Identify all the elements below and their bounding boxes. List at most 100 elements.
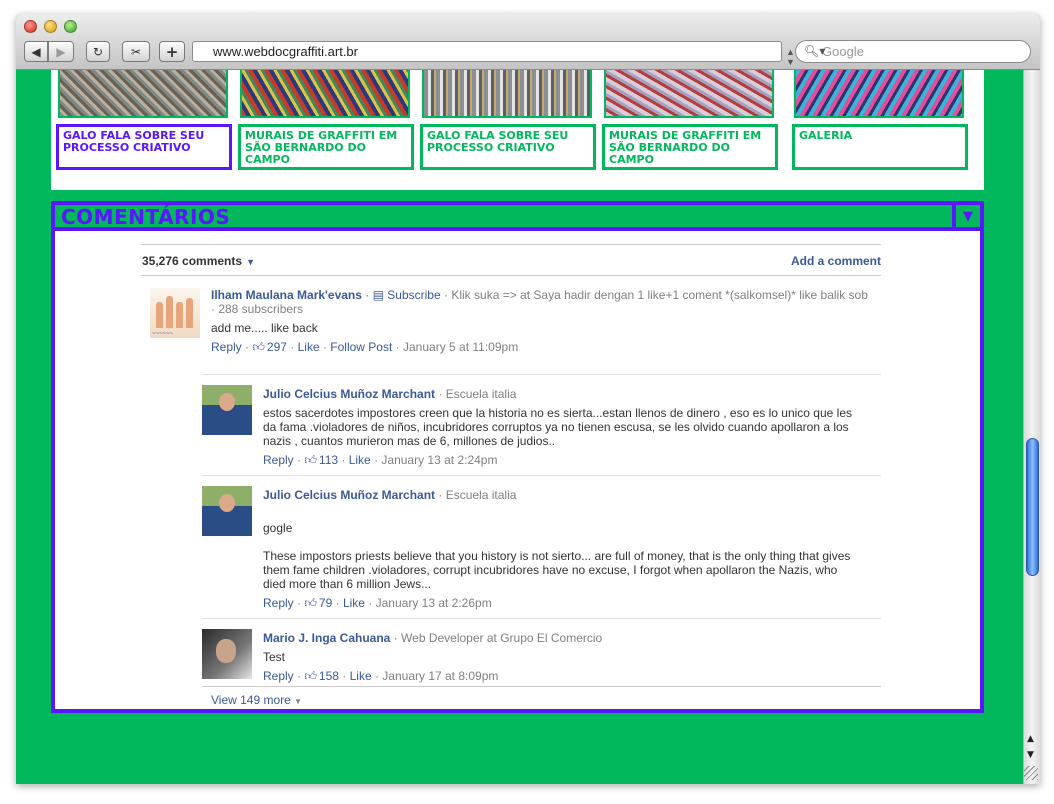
comment-sort-dropdown[interactable]: 35,276 comments ▼ xyxy=(142,254,255,268)
reply-timestamp: January 13 at 2:26pm xyxy=(375,596,492,610)
back-button[interactable]: ◀ xyxy=(24,41,48,62)
view-more-label: View 149 more xyxy=(211,693,291,707)
gallery-card[interactable]: MURAIS DE GRAFFITI EM SÃO BERNARDO DO CA… xyxy=(599,70,779,172)
collapse-comments-button[interactable]: ▼ xyxy=(952,205,980,231)
comment-actions: Reply · 👍︎ 297 · Like · Follow Post · Jan… xyxy=(211,340,519,354)
gallery-thumbnail[interactable] xyxy=(794,70,964,118)
avatar[interactable] xyxy=(202,486,252,536)
gallery-card[interactable]: MURAIS DE GRAFFITI EM SÃO BERNARDO DO CA… xyxy=(235,70,415,172)
avatar[interactable]: ~~~~~~ xyxy=(150,288,200,338)
reply-author[interactable]: Mario J. Inga Cahuana xyxy=(263,631,390,645)
zoom-window-button[interactable] xyxy=(64,20,77,33)
reply-author[interactable]: Julio Celcius Muñoz Marchant xyxy=(263,387,435,401)
reply-body: Mario J. Inga Cahuana · Web Developer at… xyxy=(263,631,863,683)
reply-timestamp: January 17 at 8:09pm xyxy=(382,669,499,683)
reply-actions: Reply · 👍︎ 79 · Like · January 13 at 2:26… xyxy=(263,596,492,610)
comments-bar: 35,276 comments ▼ Add a comment xyxy=(141,244,881,276)
scroll-up-button[interactable]: ▲ xyxy=(1027,734,1034,744)
reply-text: estos sacerdotes impostores creen que la… xyxy=(263,406,853,448)
search-icon: 🔍︎▾ xyxy=(804,44,826,58)
forward-arrow-icon: ▶ xyxy=(56,44,66,59)
reply-body: Julio Celcius Muñoz Marchant · Escuela i… xyxy=(263,488,863,610)
reload-icon: ↻ xyxy=(92,44,104,59)
reply-body: Julio Celcius Muñoz Marchant · Escuela i… xyxy=(263,387,863,467)
gallery-card-label[interactable]: GALO FALA SOBRE SEU PROCESSO CRIATIVO xyxy=(56,124,232,170)
comments-title: COMENTÁRIOS xyxy=(61,205,231,229)
add-tab-icon: + xyxy=(165,42,179,61)
snip-icon: ✂ xyxy=(130,44,142,59)
subscriber-count: · 288 subscribers xyxy=(211,302,304,316)
like-count[interactable]: 113 xyxy=(319,453,338,467)
resize-grip[interactable] xyxy=(1024,766,1038,780)
chevron-down-icon: ▼ xyxy=(246,257,255,267)
gallery-thumbnail[interactable] xyxy=(240,70,410,118)
follow-post-link[interactable]: Follow Post xyxy=(330,340,392,354)
address-dropdown-icon[interactable]: ▲ ▼ xyxy=(786,47,795,67)
author-meta: · Escuela italia xyxy=(438,488,517,502)
author-meta: · Escuela italia xyxy=(438,387,517,401)
chevron-down-icon: ▼ xyxy=(963,209,973,224)
add-bookmark-button[interactable]: + xyxy=(159,41,185,62)
reply-text: Test xyxy=(263,650,286,664)
gallery-card[interactable]: GALO FALA SOBRE SEU PROCESSO CRIATIVO xyxy=(417,70,597,172)
like-count[interactable]: 297 xyxy=(267,340,287,354)
scroll-down-button[interactable]: ▼ xyxy=(1027,750,1034,760)
like-count[interactable]: 79 xyxy=(319,596,332,610)
author-meta: · Web Developer at Grupo El Comercio xyxy=(393,631,603,645)
reply-link[interactable]: Reply xyxy=(211,340,242,354)
gallery-thumbnail[interactable] xyxy=(58,70,228,118)
gallery-card-label[interactable]: MURAIS DE GRAFFITI EM SÃO BERNARDO DO CA… xyxy=(602,124,778,170)
comments-section: COMENTÁRIOS ▼ 35,276 comments ▼ Add a com… xyxy=(51,201,984,713)
view-more-replies-link[interactable]: View 149 more ▼ xyxy=(211,693,302,707)
gallery-card-label[interactable]: MURAIS DE GRAFFITI EM SÃO BERNARDO DO CA… xyxy=(238,124,414,170)
snip-button[interactable]: ✂ xyxy=(122,41,150,62)
browser-window: ◀ ▶ ↻ ✂ + www.webdocgraffiti.art.br ▲ ▼ 🔍… xyxy=(16,14,1040,784)
add-comment-link[interactable]: Add a comment xyxy=(791,254,881,268)
minimize-window-button[interactable] xyxy=(44,20,57,33)
avatar[interactable] xyxy=(202,629,252,679)
avatar[interactable] xyxy=(202,385,252,435)
like-link[interactable]: Like xyxy=(298,340,320,354)
reply-actions: Reply · 👍︎ 113 · Like · January 13 at 2:2… xyxy=(263,453,498,467)
like-link[interactable]: Like xyxy=(349,453,371,467)
reply: Mario J. Inga Cahuana · Web Developer at… xyxy=(202,618,881,686)
comment-text: add me..... like back xyxy=(211,321,318,335)
vertical-scrollbar[interactable]: ▲ ▼ xyxy=(1023,70,1040,784)
page-content: GALO FALA SOBRE SEU PROCESSO CRIATIVO MU… xyxy=(16,70,1023,784)
reply-text-translation: These impostors priests believe that you… xyxy=(263,549,851,591)
browser-toolbar: ◀ ▶ ↻ ✂ + www.webdocgraffiti.art.br ▲ ▼ 🔍… xyxy=(16,14,1040,70)
like-link[interactable]: Like xyxy=(350,669,372,683)
reply-author[interactable]: Julio Celcius Muñoz Marchant xyxy=(263,488,435,502)
rss-icon[interactable]: ▤ xyxy=(373,288,384,302)
reply-link[interactable]: Reply xyxy=(263,596,294,610)
reply-link[interactable]: Reply xyxy=(263,453,294,467)
forward-button[interactable]: ▶ xyxy=(48,41,74,62)
address-bar[interactable]: www.webdocgraffiti.art.br xyxy=(192,41,782,62)
search-placeholder: Google xyxy=(822,44,864,59)
like-link[interactable]: Like xyxy=(343,596,365,610)
gallery-thumbnail[interactable] xyxy=(604,70,774,118)
reply-timestamp: January 13 at 2:24pm xyxy=(381,453,498,467)
comment-timestamp: January 5 at 11:09pm xyxy=(403,340,519,354)
thumbs-up-icon: 👍︎ xyxy=(304,453,317,467)
comment-body: Ilham Maulana Mark'evans · ▤ Subscribe ·… xyxy=(211,288,881,354)
comment-author[interactable]: Ilham Maulana Mark'evans xyxy=(211,288,362,302)
thumbs-up-icon: 👍︎ xyxy=(304,596,317,610)
search-field[interactable]: 🔍︎▾ Google xyxy=(795,40,1031,63)
gallery-card[interactable]: GALERIA xyxy=(789,70,969,172)
reload-button[interactable]: ↻ xyxy=(86,41,110,62)
thumbs-up-icon: 👍︎ xyxy=(252,340,265,354)
gallery-card[interactable]: GALO FALA SOBRE SEU PROCESSO CRIATIVO xyxy=(53,70,233,172)
reply-link[interactable]: Reply xyxy=(263,669,294,683)
close-window-button[interactable] xyxy=(24,20,37,33)
comments-header: COMENTÁRIOS ▼ xyxy=(55,205,980,231)
gallery-thumbnail[interactable] xyxy=(422,70,592,118)
back-arrow-icon: ◀ xyxy=(31,44,41,59)
scrollbar-thumb[interactable] xyxy=(1026,438,1039,576)
gallery-card-label[interactable]: GALO FALA SOBRE SEU PROCESSO CRIATIVO xyxy=(420,124,596,170)
meta-separator: · xyxy=(365,288,370,302)
gallery-card-label[interactable]: GALERIA xyxy=(792,124,968,170)
like-count[interactable]: 158 xyxy=(319,669,339,683)
comment: ~~~~~~ Ilham Maulana Mark'evans · ▤ Subs… xyxy=(141,288,881,373)
subscribe-link[interactable]: Subscribe xyxy=(387,288,440,302)
